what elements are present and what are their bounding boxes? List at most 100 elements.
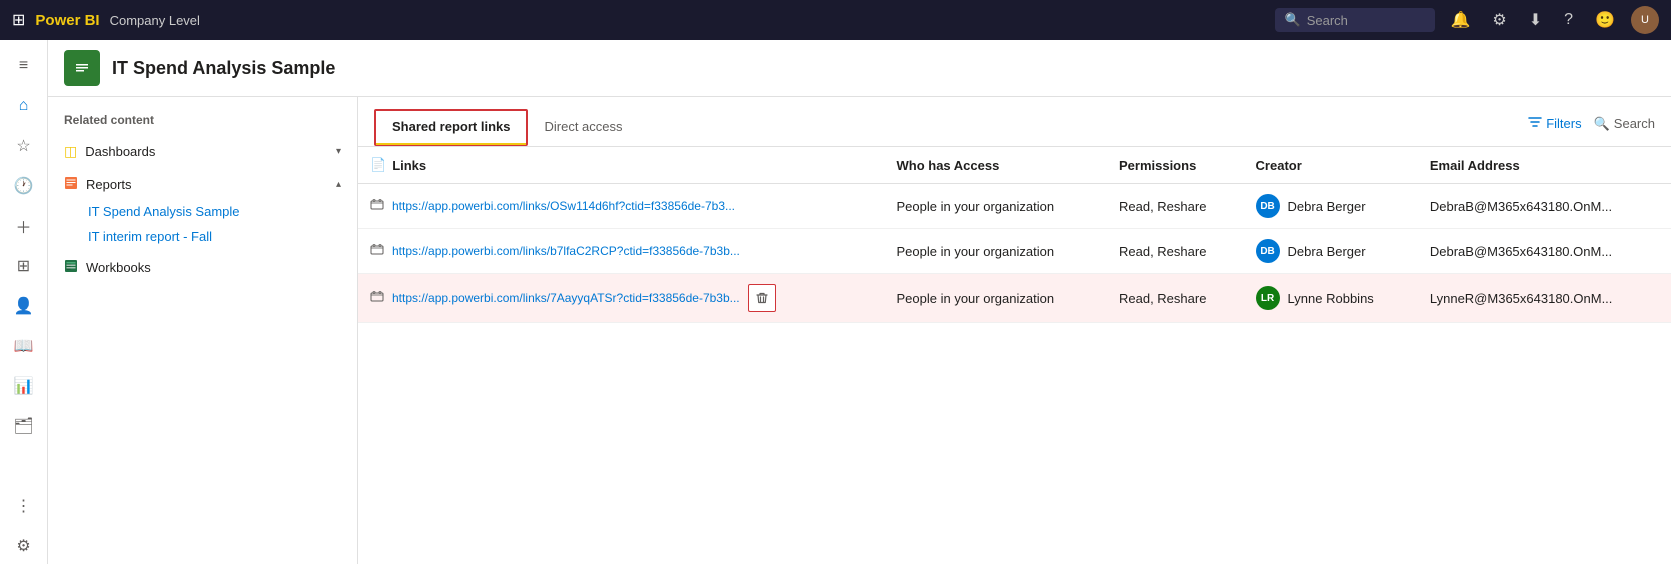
- link-url-2[interactable]: https://app.powerbi.com/links/b7lfaC2RCP…: [392, 244, 740, 258]
- creator-1: DB Debra Berger: [1244, 184, 1418, 229]
- nav-metrics[interactable]: 📊: [4, 368, 44, 404]
- report-item-spend[interactable]: IT Spend Analysis Sample: [48, 199, 357, 224]
- nav-create[interactable]: ＋: [4, 208, 44, 244]
- creator-2: DB Debra Berger: [1244, 229, 1418, 274]
- link-icon-2: [370, 243, 384, 260]
- related-content-title: Related content: [48, 109, 357, 135]
- reports-header[interactable]: Reports ▴: [48, 170, 357, 199]
- dashboards-chevron: ▾: [336, 146, 341, 157]
- table-row: https://app.powerbi.com/links/7AayyqATSr…: [358, 274, 1671, 323]
- right-panel: Shared report links Direct access Filter…: [358, 97, 1671, 564]
- nav-settings-bottom[interactable]: ⚙: [4, 528, 44, 564]
- nav-home[interactable]: ⌂: [4, 88, 44, 124]
- col-links: 📄 Links: [358, 147, 885, 184]
- creator-avatar-3: LR: [1256, 286, 1280, 310]
- link-cell-3: https://app.powerbi.com/links/7AayyqATSr…: [358, 274, 885, 323]
- search-small-icon: 🔍: [1594, 116, 1610, 132]
- table-area: 📄 Links Who has Access Permissions Creat…: [358, 147, 1671, 564]
- download-icon[interactable]: ⬇: [1523, 10, 1548, 30]
- tab-shared-report-links[interactable]: Shared report links: [374, 109, 528, 146]
- toolbar-right: Filters 🔍 Search: [1528, 115, 1655, 140]
- tab-direct-access[interactable]: Direct access: [528, 109, 638, 146]
- content-area: Related content ◫ Dashboards ▾: [48, 97, 1671, 564]
- file-header-icon: 📄: [370, 157, 386, 173]
- dashboards-icon: ◫: [64, 143, 77, 160]
- app-logo: Power BI: [35, 12, 99, 29]
- tabs-bar: Shared report links Direct access Filter…: [358, 97, 1671, 147]
- search-icon: 🔍: [1285, 12, 1301, 28]
- nav-recent[interactable]: 🕐: [4, 168, 44, 204]
- feedback-icon[interactable]: 🙂: [1589, 10, 1621, 30]
- links-table: 📄 Links Who has Access Permissions Creat…: [358, 147, 1671, 323]
- grid-icon[interactable]: ⊞: [12, 10, 25, 30]
- dashboards-label: Dashboards: [85, 144, 155, 159]
- page-header: IT Spend Analysis Sample: [48, 40, 1671, 97]
- creator-name-2: Debra Berger: [1288, 244, 1366, 259]
- settings-icon[interactable]: ⚙: [1486, 10, 1512, 30]
- reports-items: IT Spend Analysis Sample IT interim repo…: [48, 199, 357, 249]
- link-url-3[interactable]: https://app.powerbi.com/links/7AayyqATSr…: [392, 291, 740, 305]
- nav-browse[interactable]: ⋮: [4, 488, 44, 524]
- table-row: https://app.powerbi.com/links/b7lfaC2RCP…: [358, 229, 1671, 274]
- permissions-2: Read, Reshare: [1107, 229, 1244, 274]
- col-email: Email Address: [1418, 147, 1671, 184]
- table-row: https://app.powerbi.com/links/OSw114d6hf…: [358, 184, 1671, 229]
- report-item-interim[interactable]: IT interim report - Fall: [48, 224, 357, 249]
- email-1: DebraB@M365x643180.OnM...: [1418, 184, 1671, 229]
- col-permissions: Permissions: [1107, 147, 1244, 184]
- workbooks-section: Workbooks: [48, 251, 357, 284]
- creator-avatar-2: DB: [1256, 239, 1280, 263]
- notifications-icon[interactable]: 🔔: [1445, 10, 1477, 30]
- who-access-3: People in your organization: [885, 274, 1107, 323]
- col-creator: Creator: [1244, 147, 1418, 184]
- main-wrapper: IT Spend Analysis Sample Related content…: [48, 40, 1671, 564]
- creator-name-3: Lynne Robbins: [1288, 291, 1374, 306]
- nav-shared[interactable]: 👤: [4, 288, 44, 324]
- filter-icon: [1528, 115, 1542, 132]
- dashboards-header[interactable]: ◫ Dashboards ▾: [48, 137, 357, 166]
- search-box[interactable]: 🔍: [1275, 8, 1435, 32]
- nav-learn[interactable]: 📖: [4, 328, 44, 364]
- search-label: Search: [1614, 116, 1655, 131]
- workbooks-label: Workbooks: [86, 260, 151, 275]
- reports-label: Reports: [86, 177, 132, 192]
- email-2: DebraB@M365x643180.OnM...: [1418, 229, 1671, 274]
- left-panel: Related content ◫ Dashboards ▾: [48, 97, 358, 564]
- topnav: ⊞ Power BI Company Level 🔍 🔔 ⚙ ⬇ ? 🙂 U: [0, 0, 1671, 40]
- link-cell-1: https://app.powerbi.com/links/OSw114d6hf…: [358, 184, 885, 229]
- link-url-1[interactable]: https://app.powerbi.com/links/OSw114d6hf…: [392, 199, 735, 213]
- link-icon-3: [370, 290, 384, 307]
- table-header-row: 📄 Links Who has Access Permissions Creat…: [358, 147, 1671, 184]
- email-3: LynneR@M365x643180.OnM...: [1418, 274, 1671, 323]
- page-title: IT Spend Analysis Sample: [112, 58, 335, 79]
- creator-3: LR Lynne Robbins: [1244, 274, 1418, 323]
- filters-button[interactable]: Filters: [1528, 115, 1581, 132]
- permissions-3: Read, Reshare: [1107, 274, 1244, 323]
- tabs-list: Shared report links Direct access: [374, 109, 639, 146]
- creator-avatar-1: DB: [1256, 194, 1280, 218]
- reports-chevron: ▴: [336, 179, 341, 190]
- workbooks-header[interactable]: Workbooks: [48, 253, 357, 282]
- reports-icon: [64, 176, 78, 193]
- search-input[interactable]: [1307, 13, 1425, 28]
- nav-collapse[interactable]: ≡: [4, 48, 44, 84]
- nav-favorites[interactable]: ☆: [4, 128, 44, 164]
- permissions-1: Read, Reshare: [1107, 184, 1244, 229]
- dashboards-section: ◫ Dashboards ▾: [48, 135, 357, 168]
- delete-button[interactable]: [748, 284, 776, 312]
- workspace-label: Company Level: [110, 13, 200, 28]
- who-access-1: People in your organization: [885, 184, 1107, 229]
- search-button[interactable]: 🔍 Search: [1594, 116, 1655, 132]
- reports-section: Reports ▴ IT Spend Analysis Sample IT in…: [48, 168, 357, 251]
- who-access-2: People in your organization: [885, 229, 1107, 274]
- nav-workspaces[interactable]: 🗂: [4, 408, 44, 444]
- creator-name-1: Debra Berger: [1288, 199, 1366, 214]
- page-icon: [64, 50, 100, 86]
- link-cell-2: https://app.powerbi.com/links/b7lfaC2RCP…: [358, 229, 885, 274]
- nav-apps[interactable]: ⊞: [4, 248, 44, 284]
- col-who-has-access: Who has Access: [885, 147, 1107, 184]
- user-avatar[interactable]: U: [1631, 6, 1659, 34]
- link-icon-1: [370, 198, 384, 215]
- filters-label: Filters: [1546, 116, 1581, 131]
- help-icon[interactable]: ?: [1558, 11, 1579, 29]
